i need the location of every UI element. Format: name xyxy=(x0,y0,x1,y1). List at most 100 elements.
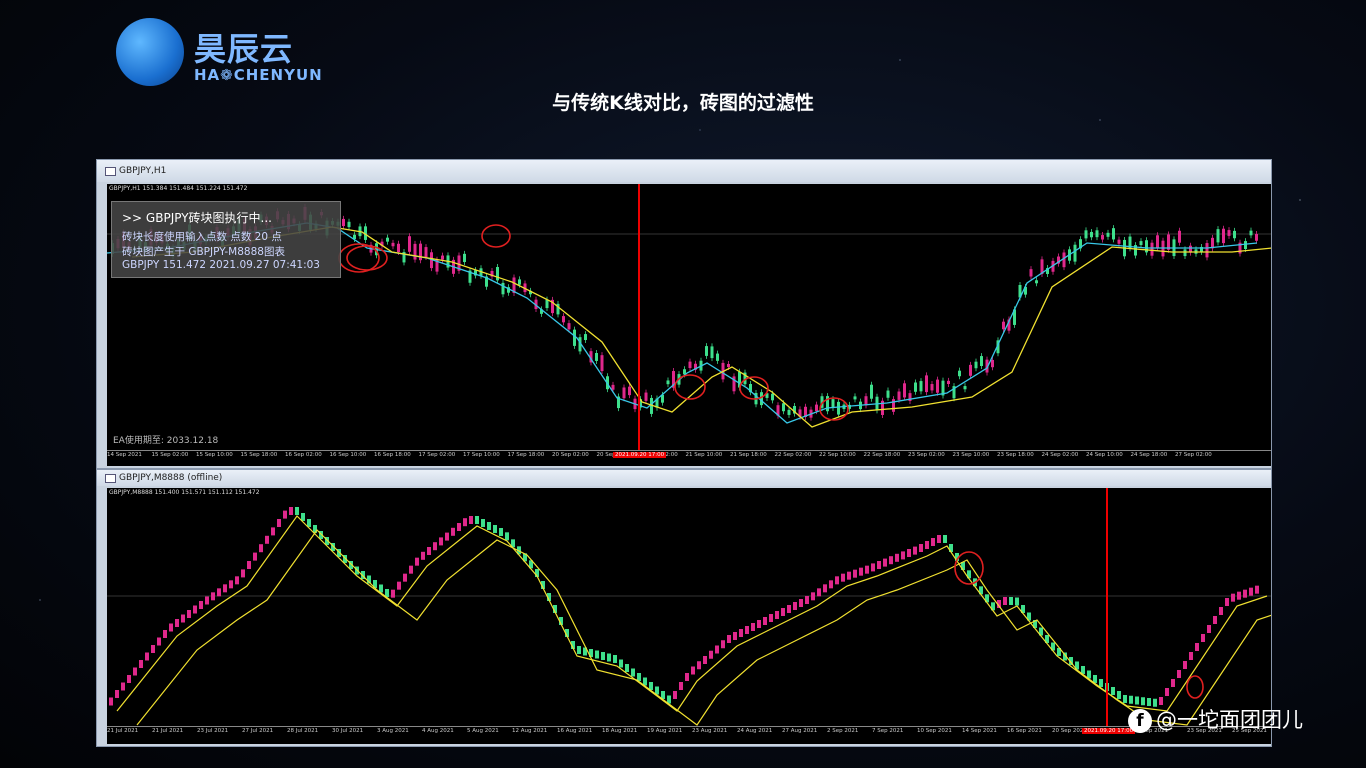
renko-brick xyxy=(481,519,485,527)
time-axis-tick: 27 Sep 02:00 xyxy=(1175,452,1212,458)
renko-brick xyxy=(901,551,905,560)
highlight-circle xyxy=(346,245,388,271)
renko-brick xyxy=(145,652,149,661)
renko-brick xyxy=(1111,687,1115,695)
renko-brick xyxy=(193,605,197,614)
ea-info-box: >> GBPJPY砖块图执行中... 砖块长度使用输入点数 点数 20 点 砖块… xyxy=(111,201,341,278)
time-axis-tick: 16 Sep 2021 xyxy=(1007,728,1042,734)
renko-brick xyxy=(733,632,737,640)
renko-brick xyxy=(469,516,473,524)
facebook-icon: f xyxy=(1128,709,1152,733)
renko-brick xyxy=(487,522,491,530)
renko-brick xyxy=(181,614,185,623)
time-axis-tick: 16 Aug 2021 xyxy=(557,728,593,734)
time-axis-tick: 15 Sep 02:00 xyxy=(151,452,189,458)
renko-brick xyxy=(865,565,869,574)
renko-brick xyxy=(817,588,821,597)
renko-brick xyxy=(685,673,689,681)
renko-brick xyxy=(433,542,437,551)
renko-brick xyxy=(1207,625,1211,633)
renko-brick xyxy=(115,690,119,698)
time-axis-tick: 5 Aug 2021 xyxy=(467,728,499,734)
info-price-time: GBPJPY 151.472 2021.09.27 07:41:03 xyxy=(122,259,320,271)
renko-brick xyxy=(283,510,287,519)
renko-brick xyxy=(235,576,239,585)
renko-brick xyxy=(253,552,257,561)
logo-text-en: HA❁CHENYUN xyxy=(194,66,323,84)
info-brick-size: 砖块长度使用输入点数 点数 20 点 xyxy=(122,231,282,243)
renko-brick xyxy=(457,523,461,531)
renko-brick xyxy=(199,601,203,609)
renko-brick xyxy=(439,537,443,546)
renko-brick xyxy=(427,547,431,555)
chart-window-h1[interactable]: GBPJPY,H1 GBPJPY,H1 151.384 151.484 151.… xyxy=(96,159,1272,469)
renko-brick xyxy=(577,646,581,654)
time-axis-tick: 16 Sep 18:00 xyxy=(374,452,411,458)
renko-brick xyxy=(757,620,761,628)
renko-brick xyxy=(799,599,803,607)
candlestick-chart[interactable]: GBPJPY,H1 151.384 151.484 151.224 151.47… xyxy=(107,184,1271,466)
renko-brick xyxy=(787,605,791,613)
time-axis-tick: 22 Sep 18:00 xyxy=(863,452,901,458)
logo-emblem xyxy=(116,18,184,86)
renko-chart[interactable]: GBPJPY,M8888 151.400 151.571 151.112 151… xyxy=(107,488,1271,744)
renko-brick xyxy=(289,507,293,515)
renko-brick xyxy=(673,691,677,699)
time-axis-tick: 19 Aug 2021 xyxy=(647,728,683,734)
renko-brick xyxy=(691,666,695,675)
time-axis-tick: 15 Sep 10:00 xyxy=(196,452,233,458)
renko-brick xyxy=(229,580,233,589)
renko-brick xyxy=(829,580,833,589)
renko-brick xyxy=(859,567,863,576)
renko-brick xyxy=(841,573,845,582)
time-axis: 14 Sep 2021 15 Sep 02:00 15 Sep 10:00 15 Se… xyxy=(107,450,1271,461)
renko-brick xyxy=(397,581,401,590)
highlight-circle xyxy=(1186,675,1204,699)
renko-brick xyxy=(451,527,455,536)
renko-brick xyxy=(943,535,947,543)
time-axis-tick: 27 Jul 2021 xyxy=(242,728,274,734)
renko-brick xyxy=(499,528,503,536)
renko-brick xyxy=(937,535,941,543)
renko-brick xyxy=(121,682,125,691)
renko-brick xyxy=(391,589,395,598)
renko-brick xyxy=(1123,695,1127,703)
renko-brick xyxy=(157,637,161,646)
renko-brick xyxy=(931,538,935,546)
window-titlebar[interactable]: GBPJPY,M8888 (offline) xyxy=(97,470,1271,486)
renko-brick xyxy=(811,592,815,601)
logo-text-cn: 昊辰云 xyxy=(194,30,294,68)
renko-brick xyxy=(1213,616,1217,624)
window-titlebar[interactable]: GBPJPY,H1 xyxy=(97,160,1271,182)
time-axis-tick: 24 Aug 2021 xyxy=(737,728,773,734)
time-axis-tick: 21 Jul 2021 xyxy=(152,728,184,734)
time-axis-tick: 7 Sep 2021 xyxy=(872,728,904,734)
time-axis-tick: 17 Sep 02:00 xyxy=(418,452,456,458)
renko-brick xyxy=(1225,598,1229,606)
renko-brick xyxy=(241,569,245,578)
time-axis-tick: 10 Sep 2021 xyxy=(917,728,952,734)
renko-brick xyxy=(823,584,827,593)
renko-brick xyxy=(703,656,707,664)
renko-brick xyxy=(493,525,497,533)
time-axis-tick: 21 Sep 10:00 xyxy=(685,452,723,458)
renko-brick xyxy=(1255,585,1259,594)
window-title: GBPJPY,H1 xyxy=(119,166,167,176)
renko-brick xyxy=(607,653,611,662)
time-axis-tick: 2 Sep 2021 xyxy=(827,728,859,734)
renko-brick xyxy=(1009,597,1013,605)
renko-brick xyxy=(211,592,215,601)
slide-title: 与传统K线对比，砖图的过滤性 xyxy=(552,92,814,114)
renko-brick xyxy=(835,576,839,585)
renko-brick xyxy=(1201,634,1205,642)
renko-brick xyxy=(775,611,779,619)
renko-brick xyxy=(1195,643,1199,651)
renko-brick xyxy=(847,571,851,580)
symbol-line: GBPJPY,H1 151.384 151.484 151.224 151.47… xyxy=(109,185,248,192)
info-status: >> GBPJPY砖块图执行中... xyxy=(122,211,272,225)
chart-window-renko[interactable]: GBPJPY,M8888 (offline) GBPJPY,M8888 151.… xyxy=(96,469,1272,747)
renko-brick xyxy=(913,546,917,555)
renko-brick xyxy=(271,527,275,536)
renko-brick xyxy=(721,640,725,649)
renko-brick xyxy=(1003,597,1007,605)
